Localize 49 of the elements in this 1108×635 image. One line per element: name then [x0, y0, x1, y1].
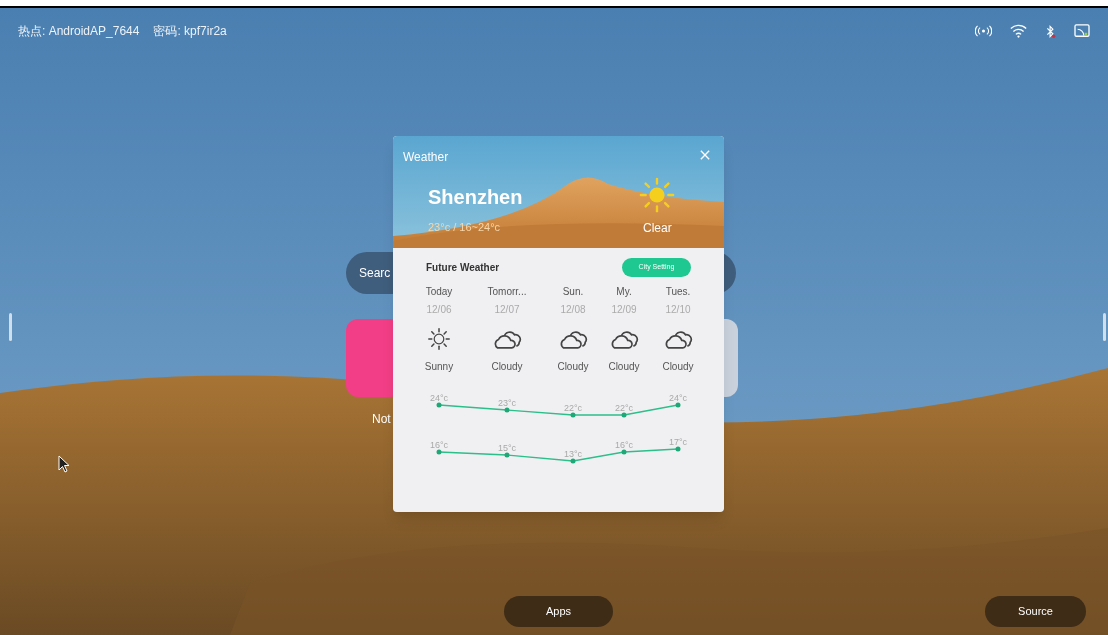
- close-icon[interactable]: [700, 150, 710, 160]
- day-name: Tues.: [665, 285, 691, 299]
- source-button[interactable]: Source: [985, 596, 1086, 627]
- temperature-label: 22°c: [614, 403, 634, 413]
- hotspot-label: 热点: AndroidAP_7644: [18, 23, 140, 40]
- day-name: Sun.: [562, 285, 584, 299]
- edge-handle[interactable]: [9, 313, 12, 341]
- current-temperature: 23°c / 16~24°c: [428, 220, 501, 235]
- temperature-label: 16°c: [429, 440, 449, 450]
- day-name: Today: [425, 285, 453, 299]
- bluetooth-icon[interactable]: [1045, 23, 1056, 39]
- temperature-label: 24°c: [429, 393, 449, 403]
- day-date: 12/07: [494, 303, 520, 317]
- day-name: Tomorr...: [487, 285, 527, 299]
- password-label: 密码: kpf7ir2a: [153, 23, 227, 40]
- screen-cast-icon[interactable]: [1074, 24, 1090, 38]
- wifi-icon[interactable]: [1010, 24, 1027, 38]
- day-date: 12/09: [611, 303, 637, 317]
- sun-icon: [638, 176, 676, 214]
- temperature-label: 22°c: [563, 403, 583, 413]
- sun-icon: [427, 327, 451, 351]
- cloud-icon: [492, 328, 522, 350]
- cloud-icon: [663, 328, 693, 350]
- day-date: 12/08: [560, 303, 586, 317]
- dialog-title: Weather: [403, 149, 449, 166]
- day-condition: Cloudy: [608, 360, 640, 374]
- condition-label: Clear: [643, 220, 672, 237]
- cloud-icon: [609, 328, 639, 350]
- temperature-label: 23°c: [497, 398, 517, 408]
- mouse-pointer-icon: [58, 455, 70, 473]
- temperature-label: 15°c: [497, 443, 517, 453]
- cloud-icon: [558, 328, 588, 350]
- section-title: Future Weather: [426, 261, 500, 275]
- edge-handle[interactable]: [1103, 313, 1106, 341]
- temperature-label: 17°c: [668, 437, 688, 447]
- day-condition: Cloudy: [662, 360, 694, 374]
- day-condition: Cloudy: [491, 360, 523, 374]
- city-name: Shenzhen: [428, 185, 523, 210]
- day-condition: Cloudy: [557, 360, 589, 374]
- hotspot-icon[interactable]: [975, 25, 992, 37]
- apps-button[interactable]: Apps: [504, 596, 613, 627]
- temperature-label: 13°c: [563, 449, 583, 459]
- day-name: My.: [616, 285, 632, 299]
- day-date: 12/06: [426, 303, 452, 317]
- day-condition: Sunny: [424, 360, 454, 374]
- day-date: 12/10: [665, 303, 691, 317]
- temperature-label: 16°c: [614, 440, 634, 450]
- app-label: Not: [372, 411, 391, 428]
- temperature-label: 24°c: [668, 393, 688, 403]
